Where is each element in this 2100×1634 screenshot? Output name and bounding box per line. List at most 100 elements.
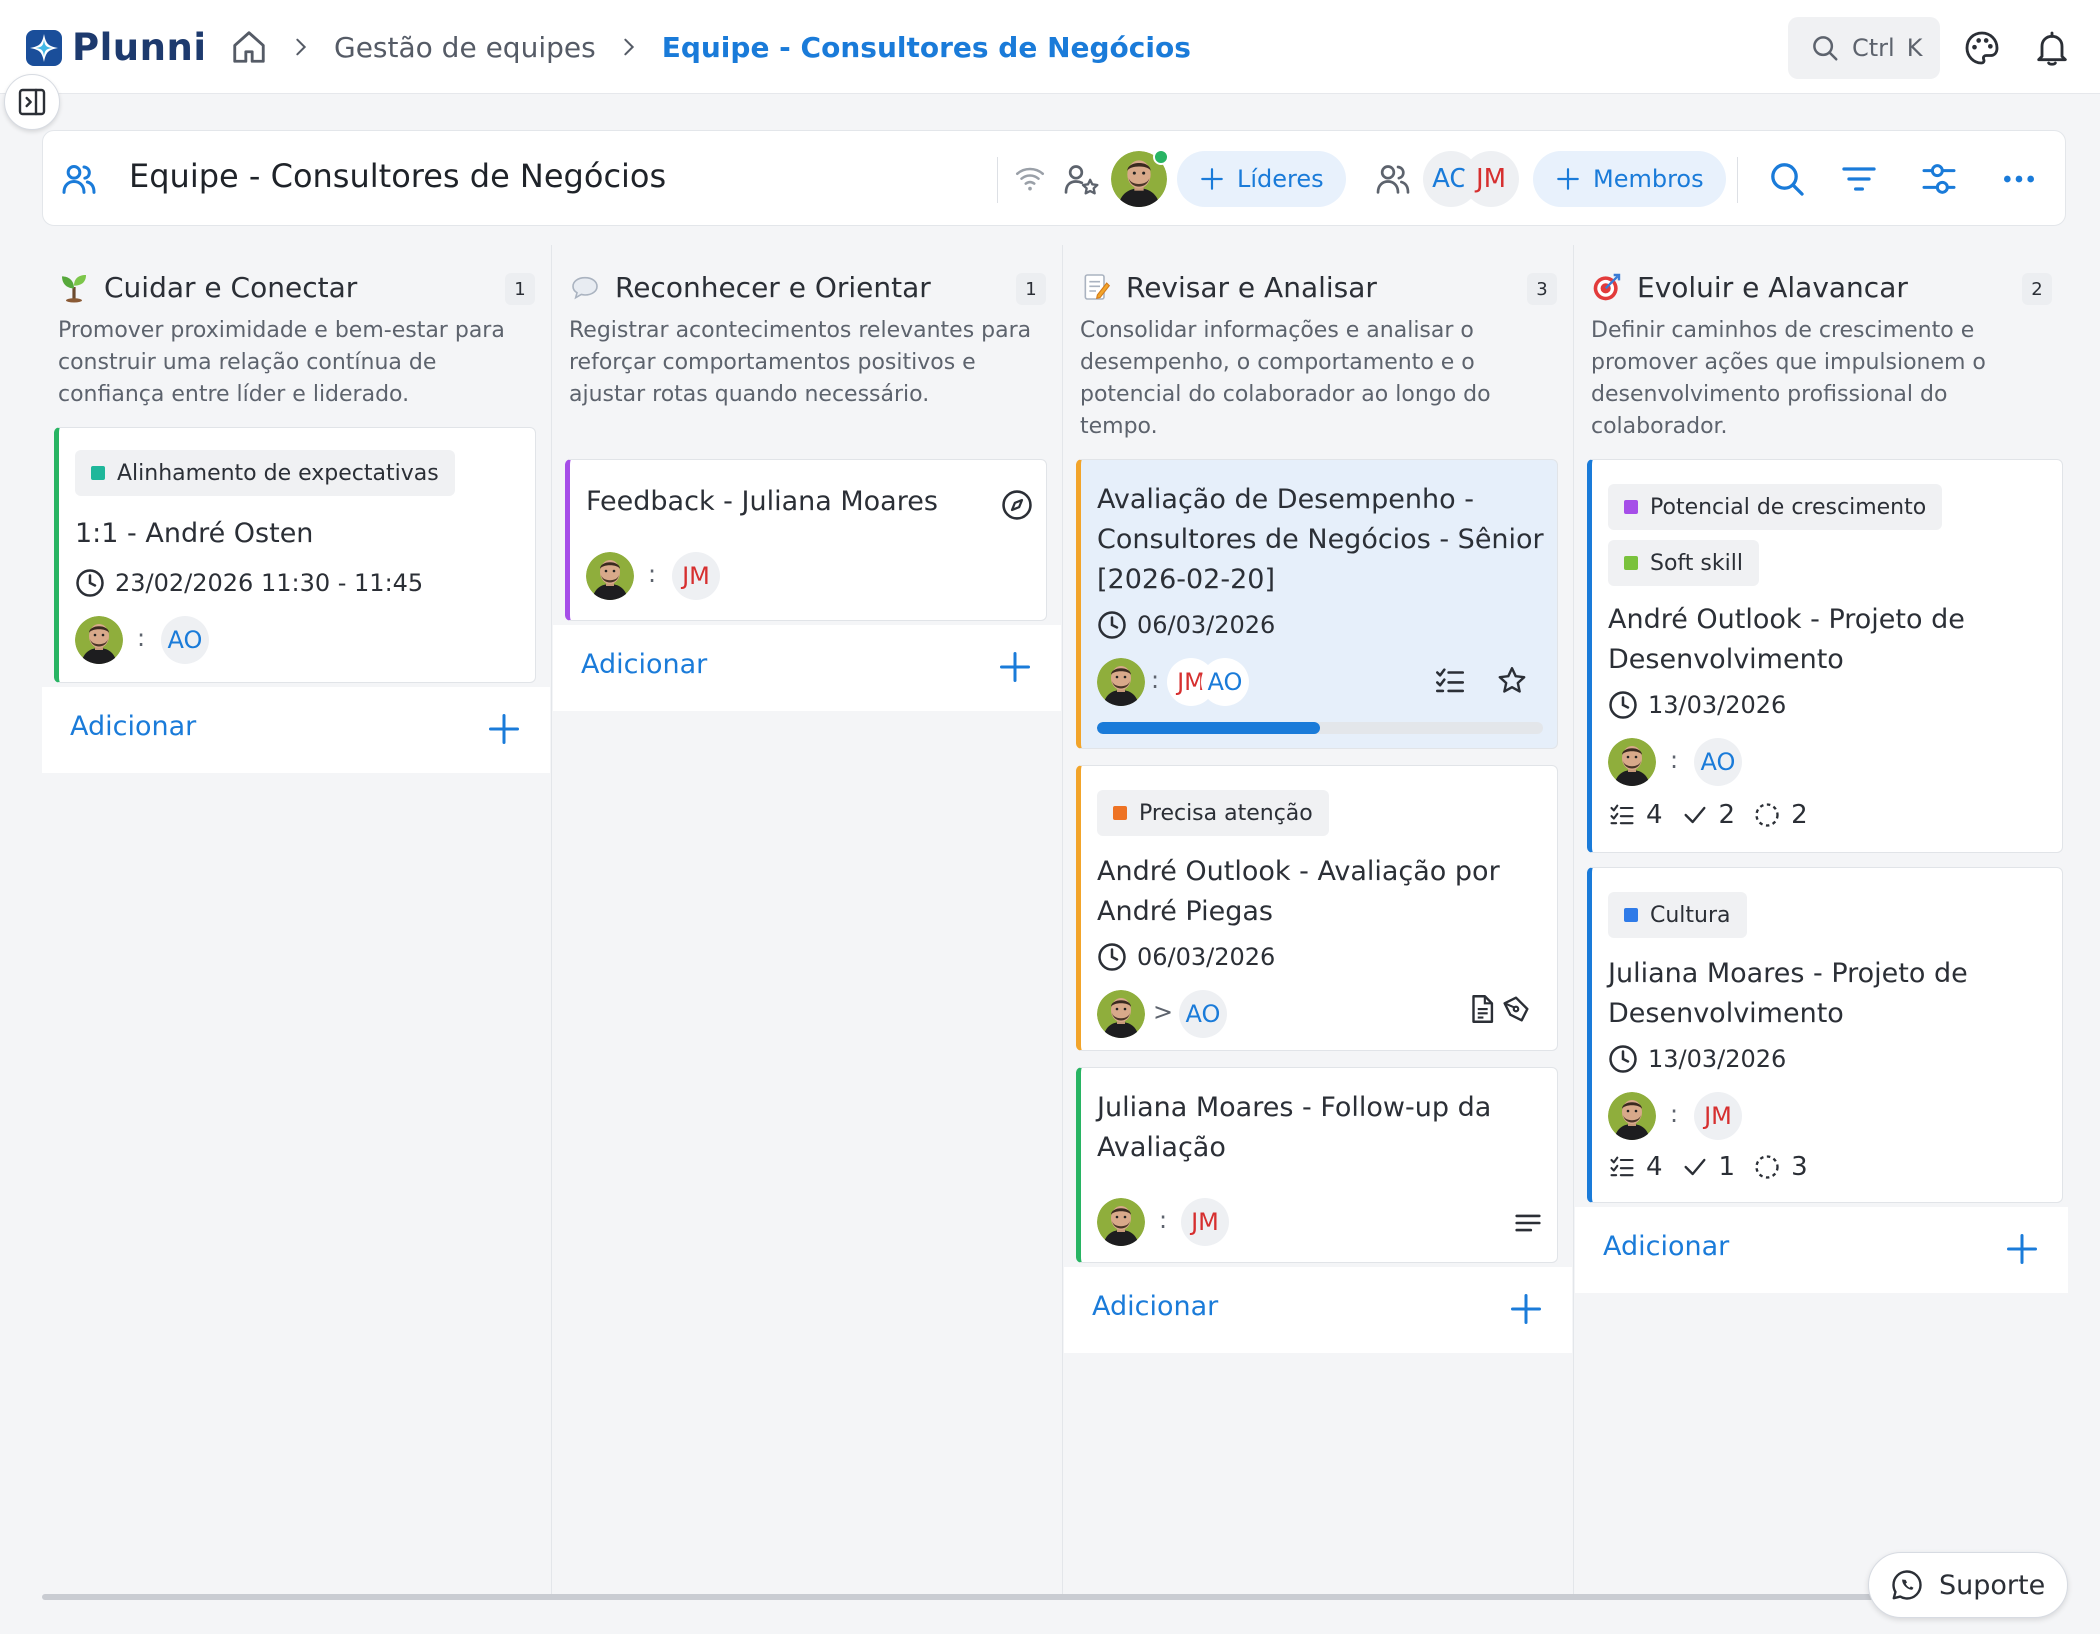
task-card[interactable]: Alinhamento de expectativas 1:1 - André … — [54, 427, 536, 683]
tasks-pending: 3 — [1791, 1152, 1808, 1182]
card-title: André Outlook - Projeto de Desenvolvimen… — [1608, 604, 1965, 675]
column-header: Evoluir e Alavancar 2 — [1591, 269, 2052, 309]
divider — [997, 157, 998, 203]
add-members-label: Membros — [1593, 165, 1704, 193]
online-status-dot — [1153, 149, 1169, 165]
tag-color-swatch — [91, 466, 105, 480]
add-card-row[interactable]: Adicionar — [553, 625, 1061, 711]
owner-avatar[interactable] — [1097, 658, 1145, 706]
horizontal-scrollbar[interactable] — [42, 1594, 1942, 1600]
assignee-avatar-jm[interactable]: JM — [1181, 1198, 1229, 1246]
task-card[interactable]: Cultura Juliana Moares - Projeto de Dese… — [1587, 867, 2063, 1203]
plus-icon — [2004, 1231, 2040, 1267]
card-tag: Soft skill — [1608, 540, 1759, 586]
card-date-text: 06/03/2026 — [1137, 611, 1276, 639]
breadcrumb-current[interactable]: Equipe - Consultores de Negócios — [662, 31, 1191, 64]
tag-label: Precisa atenção — [1139, 800, 1313, 826]
owner-avatar[interactable] — [75, 616, 123, 664]
team-header: Equipe - Consultores de Negócios Líderes… — [42, 130, 2066, 226]
add-leaders-label: Líderes — [1237, 165, 1324, 193]
assignee-separator: : — [1670, 746, 1679, 774]
add-card-label: Adicionar — [581, 649, 708, 680]
assignee-separator: : — [1151, 666, 1160, 694]
plus-icon — [997, 649, 1033, 685]
card-date: 06/03/2026 — [1097, 610, 1275, 640]
column-count-badge: 1 — [1016, 273, 1046, 305]
leader-star-icon — [1064, 165, 1099, 195]
owner-avatar[interactable] — [1608, 1092, 1656, 1140]
card-title: Avaliação de Desempenho - Consultores de… — [1097, 484, 1544, 595]
sliders-icon[interactable] — [1919, 159, 1959, 199]
owner-avatar[interactable] — [1097, 990, 1145, 1038]
assignee-separator: : — [648, 560, 657, 588]
more-options-icon[interactable] — [1999, 159, 2039, 199]
owner-avatar[interactable] — [1097, 1198, 1145, 1246]
description-lines-icon[interactable] — [1511, 1206, 1545, 1240]
support-button[interactable]: Suporte — [1868, 1552, 2068, 1618]
check-icon — [1681, 1153, 1709, 1181]
card-date-text: 13/03/2026 — [1648, 691, 1787, 719]
task-card[interactable]: Potencial de crescimento Soft skill Andr… — [1587, 459, 2063, 853]
assignee-avatar-ao[interactable]: AO — [1201, 658, 1249, 706]
sidebar-toggle-button[interactable] — [4, 74, 60, 130]
card-tag: Cultura — [1608, 892, 1747, 938]
palette-icon[interactable] — [1962, 28, 2002, 68]
owner-avatar[interactable] — [586, 552, 634, 600]
add-card-row[interactable]: Adicionar — [1064, 1267, 1572, 1353]
speech-bubble-icon — [572, 276, 598, 300]
add-card-label: Adicionar — [1092, 1291, 1219, 1322]
assignee-avatar-ao[interactable]: AO — [1179, 990, 1227, 1038]
whatsapp-icon — [1892, 1570, 1922, 1600]
support-label: Suporte — [1939, 1569, 2046, 1601]
global-search-button[interactable]: Ctrl K — [1788, 17, 1940, 79]
search-icon[interactable] — [1767, 159, 1807, 199]
tag-label: Soft skill — [1650, 550, 1743, 576]
owner-avatar[interactable] — [1608, 738, 1656, 786]
card-date: 23/02/2026 11:30 - 11:45 — [75, 568, 423, 598]
column-count-badge: 1 — [505, 273, 535, 305]
breadcrumb-teams[interactable]: Gestão de equipes — [334, 31, 596, 64]
app-logo[interactable]: Plunni — [24, 26, 207, 69]
tag-label: Cultura — [1650, 902, 1731, 928]
home-icon[interactable] — [230, 28, 268, 66]
assignee-avatar-jm[interactable]: JM — [672, 552, 720, 600]
compass-icon[interactable] — [1000, 488, 1034, 522]
card-tag: Potencial de crescimento — [1608, 484, 1943, 530]
tasks-pending: 2 — [1791, 800, 1808, 830]
checklist-icon[interactable] — [1433, 664, 1467, 698]
wifi-icon[interactable] — [1013, 161, 1047, 195]
app-name: Plunni — [72, 26, 207, 69]
column-description: Promover proximidade e bem-estar para co… — [58, 318, 505, 407]
panel-expand-icon — [18, 88, 46, 116]
assignee-avatar-ao[interactable]: AO — [1694, 738, 1742, 786]
task-card[interactable]: Juliana Moares - Follow-up da Avaliação … — [1076, 1067, 1558, 1263]
column-count-badge: 3 — [1527, 273, 1557, 305]
shortcut-key: K — [1906, 34, 1923, 62]
tag-color-swatch — [1624, 908, 1638, 922]
column-title: Evoluir e Alavancar — [1637, 271, 1908, 304]
assignee-separator: > — [1153, 998, 1174, 1026]
filter-icon[interactable] — [1839, 159, 1879, 199]
signature-pen-icon[interactable] — [1499, 992, 1533, 1026]
add-card-row[interactable]: Adicionar — [42, 687, 550, 773]
task-card[interactable]: Avaliação de Desempenho - Consultores de… — [1076, 459, 1558, 749]
top-bar: Plunni Gestão de equipes Equipe - Consul… — [0, 0, 2100, 94]
document-icon[interactable] — [1465, 992, 1499, 1026]
add-leaders-button[interactable]: Líderes — [1177, 151, 1346, 207]
tag-color-swatch — [1113, 806, 1127, 820]
add-card-row[interactable]: Adicionar — [1575, 1207, 2068, 1293]
card-tag: Precisa atenção — [1097, 790, 1329, 836]
assignee-separator: : — [1159, 1206, 1168, 1234]
column-revisar-e-analisar: Revisar e Analisar 3 Consolidar informaç… — [1064, 245, 1574, 1600]
column-cuidar-e-conectar: Cuidar e Conectar 1 Promover proximidade… — [42, 245, 552, 1600]
assignee-avatar-jm[interactable]: JM — [1694, 1092, 1742, 1140]
tasks-total: 4 — [1646, 1152, 1663, 1182]
star-icon[interactable] — [1495, 664, 1529, 698]
task-card[interactable]: Precisa atenção André Outlook - Avaliaçã… — [1076, 765, 1558, 1051]
bell-icon[interactable] — [2032, 28, 2072, 68]
add-members-button[interactable]: Membros — [1533, 151, 1726, 207]
member-avatar-jm[interactable]: JM — [1463, 151, 1519, 207]
task-card[interactable]: Feedback - Juliana Moares : JM — [565, 459, 1047, 621]
plus-icon — [1199, 166, 1225, 192]
assignee-avatar-ao[interactable]: AO — [161, 616, 209, 664]
